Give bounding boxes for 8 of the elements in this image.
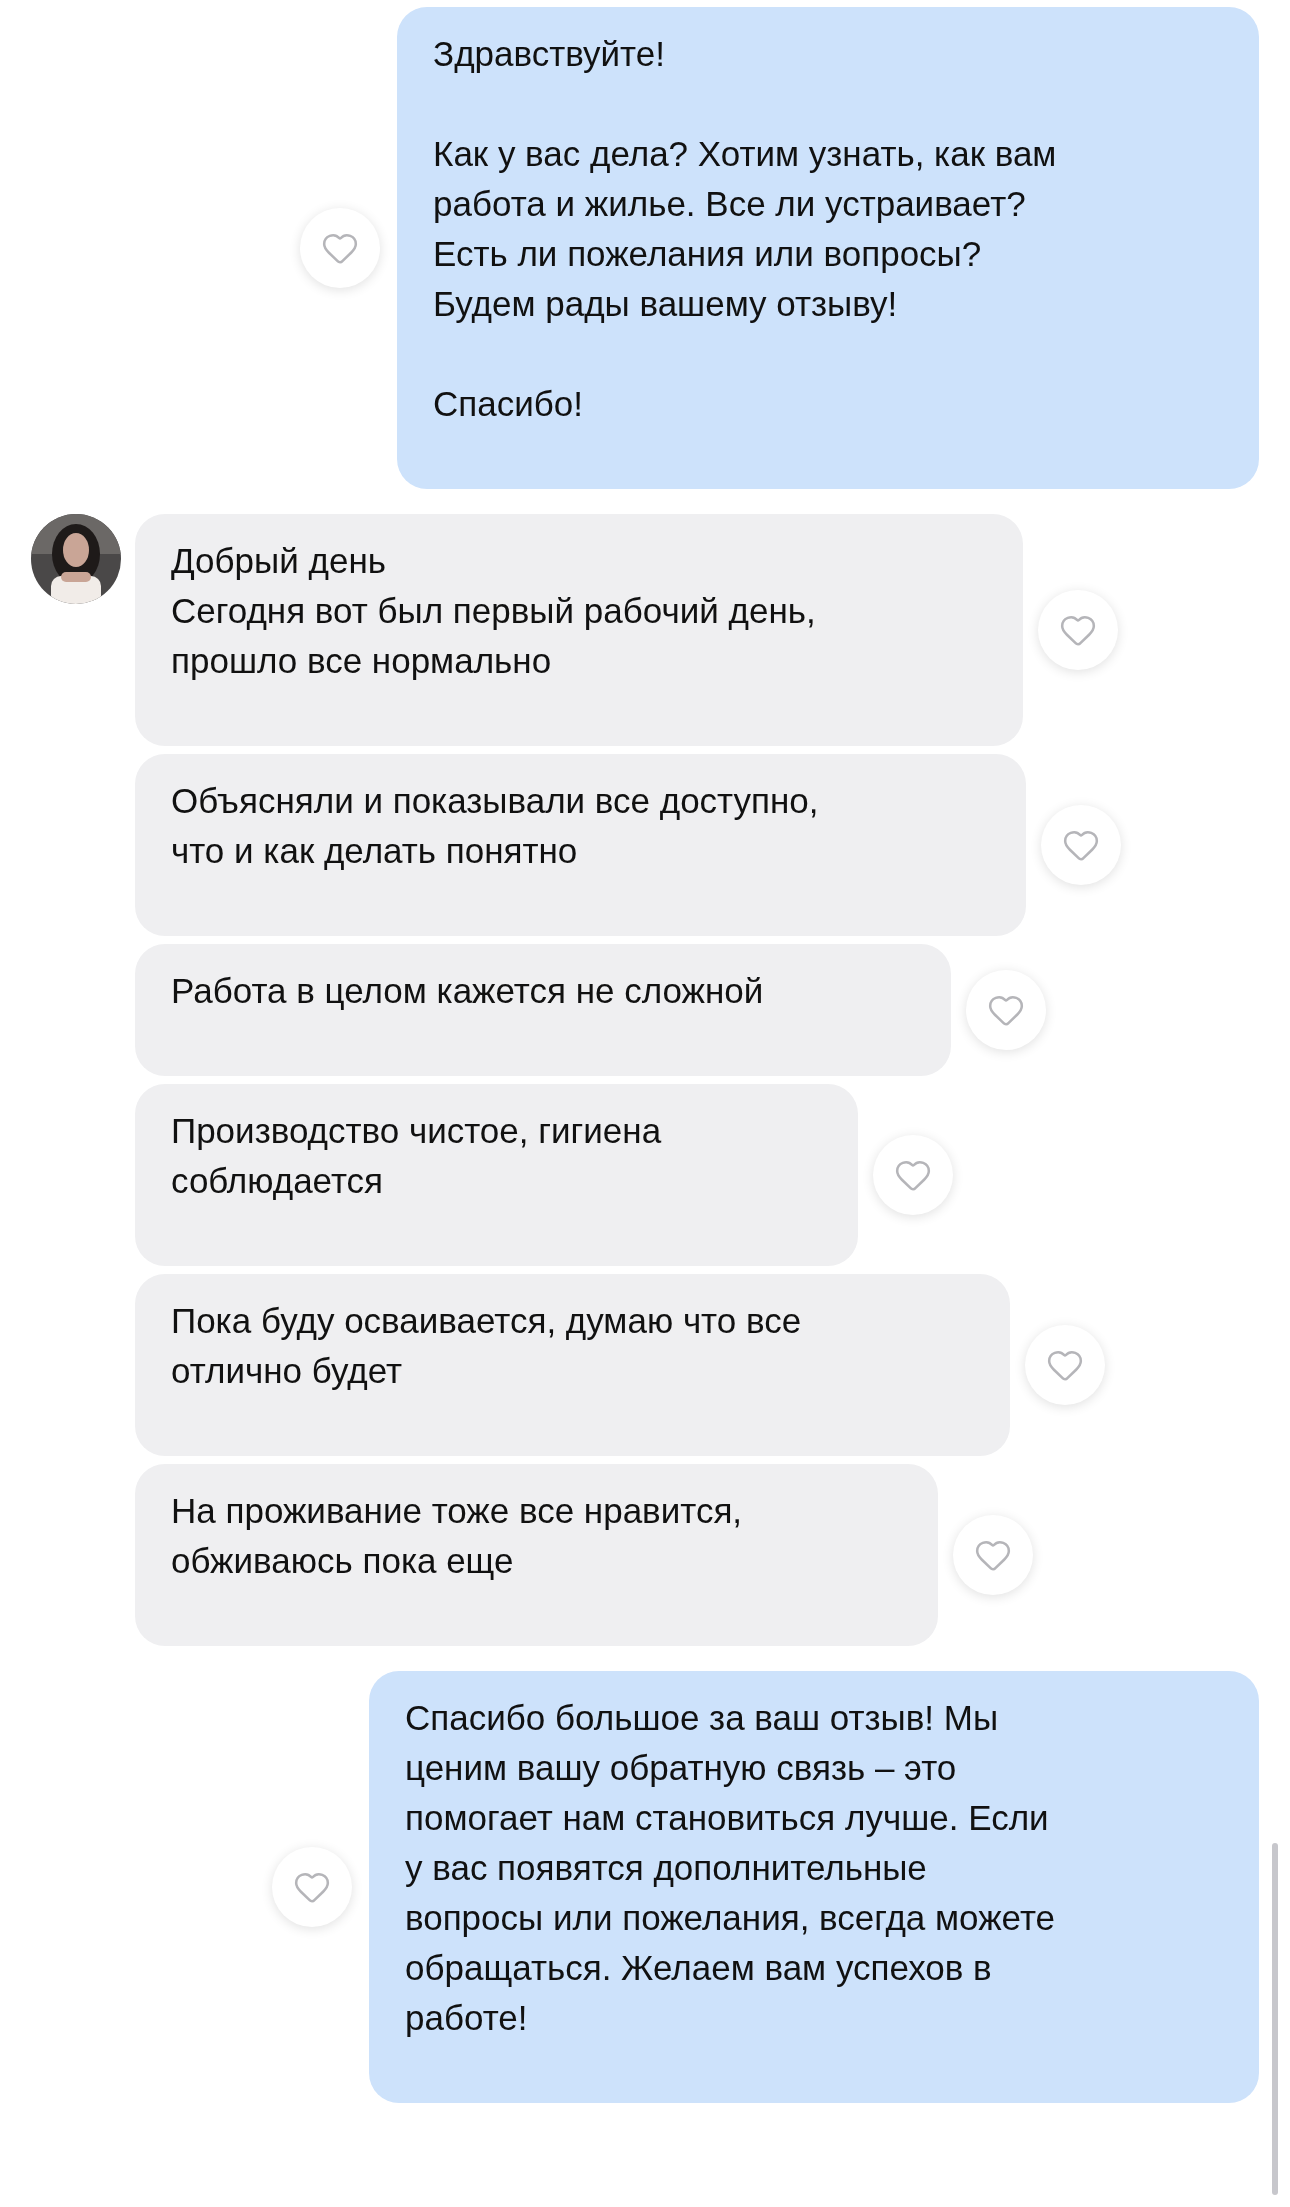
message-bubble: На проживание тоже все нравится, обживаюсь пока еще [135,1464,938,1646]
message-bubble: Объясняли и показывали все доступно, что и как делать понятно [135,754,1026,936]
message-bubble: Здравствуйте! Как у вас дела? Хотим узнать, как вам работа и жилье. Все ли устраивает? Есть ли пожелания или вопросы? Будем рады вашему отзыву! Спасибо! [397,7,1259,489]
message-bubble: Пока буду осваивается, думаю что все отлично будет [135,1274,1010,1456]
message-bubble: Производство чистое, гигиена соблюдается [135,1084,858,1266]
message-bubble: Спасибо большое за ваш отзыв! Мы ценим вашу обратную связь – это помогает нам становиться лучше. Если у вас появятся дополнительные вопросы или пожелания, всегда можете обращаться. Желаем вам успехов в работе! [369,1671,1259,2103]
message-bubble: Добрый день Сегодня вот был первый рабочий день, прошло все нормально [135,514,1023,746]
message-bubble: Работа в целом кажется не сложной [135,944,951,1076]
